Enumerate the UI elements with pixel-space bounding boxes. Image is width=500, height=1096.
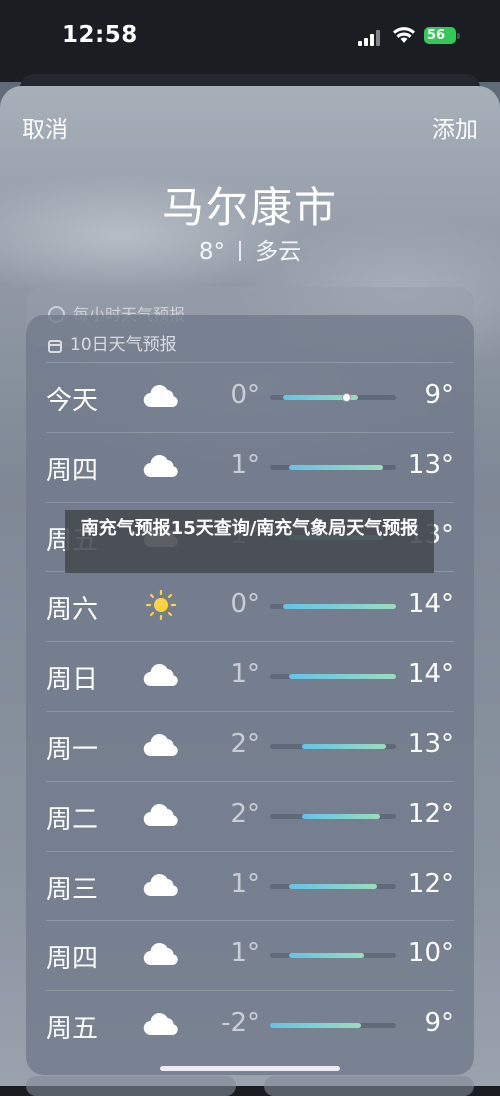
current-conditions: 8° 多云	[0, 232, 500, 266]
calendar-icon	[48, 340, 62, 353]
forecast-day: 周四	[46, 455, 99, 486]
forecast-day: 今天	[46, 386, 99, 416]
forecast-row[interactable]: 周二 2° 12°	[26, 780, 474, 851]
forecast-title: 10日天气预报	[70, 335, 177, 355]
row-divider	[46, 780, 454, 782]
current-condition: 多云	[255, 239, 302, 265]
forecast-high: 13°	[407, 729, 454, 759]
cloud-icon	[142, 451, 180, 481]
temperature-range-bar	[270, 674, 396, 680]
forecast-low: 2°	[230, 798, 260, 829]
divider	[239, 241, 242, 261]
wifi-icon	[393, 27, 415, 43]
battery-icon: 56	[424, 27, 456, 44]
forecast-low: 0°	[230, 589, 260, 620]
forecast-row[interactable]: 周六 0° 14°	[26, 571, 474, 641]
forecast-high: 14°	[407, 659, 454, 690]
forecast-low: 2°	[230, 729, 260, 759]
forecast-high: 10°	[407, 938, 454, 969]
forecast-day: 周六	[46, 595, 99, 626]
temperature-range-bar	[270, 393, 396, 402]
add-button[interactable]: 添加	[432, 110, 478, 144]
temperature-range-fill	[288, 953, 365, 959]
home-indicator[interactable]	[160, 1066, 340, 1071]
row-divider	[46, 641, 454, 643]
temperature-range-fill	[270, 1023, 361, 1029]
cellular-signal-icon	[358, 30, 382, 46]
forecast-row[interactable]: 周四 1° 13°	[26, 431, 474, 502]
battery-cap	[457, 33, 460, 39]
forecast-day: 周日	[46, 665, 99, 696]
forecast-row[interactable]: 今天 0° 9°	[26, 362, 474, 432]
forecast-high: 12°	[407, 868, 454, 899]
temperature-range-bar	[270, 464, 396, 470]
forecast-day: 周四	[46, 944, 99, 975]
temperature-range-bar	[270, 953, 396, 959]
cloud-icon	[142, 1009, 180, 1039]
status-bar: 12:58 56	[0, 0, 500, 78]
temperature-range-fill	[301, 744, 386, 749]
row-divider	[46, 501, 454, 503]
forecast-day: 周三	[46, 874, 99, 905]
forecast-high: 13°	[407, 449, 454, 480]
current-temp: 8°	[198, 239, 226, 265]
sun-icon	[142, 590, 180, 621]
cloud-icon	[142, 381, 180, 411]
cloud-icon	[142, 660, 180, 690]
cancel-button[interactable]: 取消	[22, 110, 68, 144]
forecast-high: 9°	[424, 1008, 454, 1039]
row-divider	[46, 920, 454, 922]
forecast-low: 0°	[230, 380, 260, 410]
temperature-range-fill	[288, 883, 378, 889]
forecast-row[interactable]: 周五 -2° 9°	[26, 990, 474, 1060]
forecast-high: 14°	[407, 589, 454, 620]
temperature-range-fill	[288, 464, 384, 470]
temperature-range-fill	[288, 674, 396, 680]
forecast-header: 10日天气预报	[48, 330, 177, 355]
forecast-row[interactable]: 周一 2° 13°	[26, 711, 474, 781]
bottom-card-right	[264, 1076, 474, 1096]
temperature-range-bar	[270, 1023, 396, 1029]
city-name: 马尔康市	[161, 183, 338, 232]
forecast-row[interactable]: 周三 1° 12°	[26, 850, 474, 921]
forecast-high: 9°	[424, 380, 454, 410]
temperature-range-fill	[301, 813, 380, 819]
row-divider	[46, 850, 454, 852]
temperature-range-bar	[270, 883, 396, 889]
row-divider	[46, 711, 454, 712]
row-divider	[46, 431, 454, 433]
banner-text: 南充气预报15天查询/南充气象局天气预报	[80, 518, 419, 539]
forecast-day: 周一	[46, 735, 99, 765]
forecast-low: 1°	[230, 659, 260, 690]
forecast-high: 12°	[407, 798, 454, 829]
forecast-low: 1°	[230, 938, 260, 969]
weather-sheet: 取消 添加 马尔康市 8°多云 每小时天气预报 10日天气预报 今天0°9°周四…	[0, 86, 500, 1086]
temperature-range-bar	[270, 604, 396, 610]
bottom-card-left	[26, 1076, 236, 1096]
ten-day-forecast-card[interactable]: 10日天气预报 今天 0° 9° 周四 1° 13° 周五 1° 13° 周六 0° 14° 周日 1° 1…	[26, 315, 474, 1075]
temperature-range-fill	[282, 604, 396, 610]
forecast-low: 1°	[230, 449, 260, 480]
cloud-icon	[142, 939, 180, 969]
cloud-icon	[142, 800, 180, 830]
cloud-icon	[142, 730, 180, 760]
row-divider	[46, 362, 454, 363]
forecast-day: 周五	[46, 1014, 99, 1045]
forecast-low: -2°	[221, 1008, 260, 1039]
forecast-row[interactable]: 周日 1° 14°	[26, 641, 474, 711]
current-temp-marker	[341, 393, 351, 402]
forecast-row[interactable]: 周四 1° 10°	[26, 920, 474, 990]
title-banner: 南充气预报15天查询/南充气象局天气预报	[65, 510, 434, 573]
row-divider	[46, 990, 454, 992]
forecast-low: 1°	[230, 868, 260, 899]
temperature-range-bar	[270, 744, 396, 749]
status-time: 12:58	[62, 22, 138, 48]
temperature-range-bar	[270, 813, 396, 819]
cloud-icon	[142, 870, 180, 900]
forecast-day: 周二	[46, 804, 99, 835]
